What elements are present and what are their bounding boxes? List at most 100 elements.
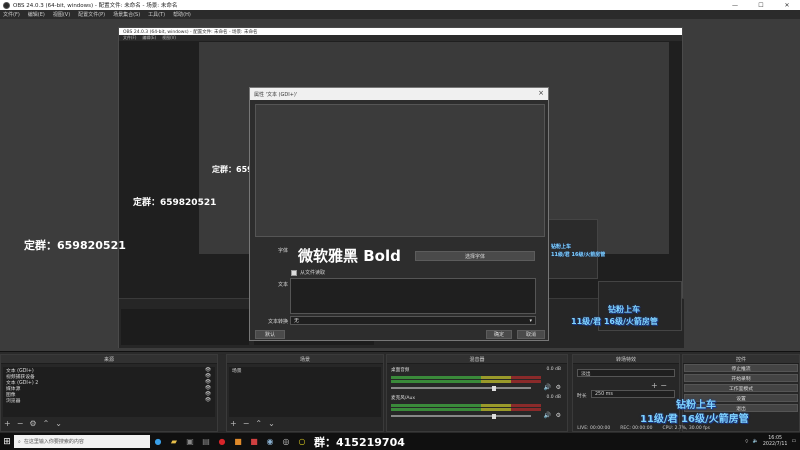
eye-icon[interactable]: 👁 — [205, 380, 211, 385]
search-placeholder: 在这里输入你要搜索的内容 — [23, 439, 84, 445]
preview-area[interactable]: OBS 24.0.3 (64-bit, windows) - 配置文件: 未命名… — [0, 19, 800, 362]
rec-status: REC: 00:00:00 — [620, 426, 653, 431]
volume-meter — [391, 380, 541, 383]
transitions-dock-header: 转场特效 — [573, 355, 679, 364]
text-input[interactable] — [290, 278, 536, 314]
menu-file[interactable]: 文件(F) — [3, 11, 20, 18]
window-controls: — ☐ ✕ — [722, 0, 800, 10]
menu-view[interactable]: 视图(V) — [53, 11, 70, 18]
volume-slider[interactable] — [391, 413, 531, 419]
gear-icon[interactable]: ⚙ — [556, 384, 561, 391]
taskbar: ⊞ ⌕ 在这里输入你要搜索的内容 ● ▰ ▣ ▤ ● ■ ■ ◉ ◎ ○ 群：4… — [0, 433, 800, 450]
menu-scene-collection[interactable]: 场景集合(S) — [113, 11, 140, 18]
obs-logo-icon — [3, 1, 10, 9]
channel-name: 桌面音频 — [391, 368, 410, 373]
menu-bar: 文件(F) 编辑(E) 视图(V) 配置文件(P) 场景集合(S) 工具(T) … — [0, 10, 800, 19]
transform-select[interactable]: 无 ▾ — [290, 316, 536, 325]
scenes-list[interactable]: 文本 (GDI+) 👁 视频捕获设备 👁 文本 (GDI+) 2 👁 媒体源 👁 图像 👁… — [3, 367, 215, 417]
eye-icon[interactable]: 👁 — [205, 398, 211, 403]
duration-input[interactable]: 250 ms — [591, 390, 675, 398]
text-label: 文本 — [278, 282, 289, 288]
close-button[interactable]: ✕ — [774, 0, 800, 10]
windows-start-icon[interactable]: ⊞ — [0, 433, 14, 450]
window-title: OBS 24.0.3 (64-bit, windows) - 配置文件: 未命名… — [13, 3, 178, 9]
mixer-channel-mic: 麦克风/Aux 0.0 dB 🔊 ⚙ — [389, 395, 565, 427]
window-titlebar: OBS 24.0.3 (64-bit, windows) - 配置文件: 未命名… — [0, 0, 800, 10]
nested-menu-edit: 编辑(E) — [142, 35, 157, 40]
duration-label: 时长 — [577, 394, 587, 399]
netease-music-icon[interactable]: ● — [214, 433, 230, 450]
edge-icon[interactable]: ● — [150, 433, 166, 450]
dialog-preview — [255, 104, 545, 237]
speaker-icon[interactable]: 🔊 — [544, 412, 551, 419]
transform-value: 无 — [294, 318, 300, 324]
live-status: LIVE: 00:00:00 — [577, 426, 611, 431]
eye-icon[interactable]: 👁 — [205, 368, 211, 373]
eye-icon[interactable]: 👁 — [205, 392, 211, 397]
folder-icon[interactable]: ▰ — [166, 433, 182, 450]
clock[interactable]: 16:05 2022/7/11 — [763, 436, 788, 448]
dialog-close-icon[interactable]: × — [538, 89, 544, 97]
promo-line1-mid: 钻粉上车 — [608, 305, 640, 314]
bottom-group-number: 群：415219704 — [314, 435, 405, 449]
speaker-icon[interactable]: 🔊 — [544, 384, 551, 391]
menu-help[interactable]: 帮助(H) — [173, 11, 191, 18]
nested-window-title: OBS 24.0.3 (64-bit, windows) - 配置文件: 未命名… — [119, 28, 682, 35]
font-label: 字体 — [278, 248, 289, 254]
dialog-title: 属性 '文本 (GDI+)' — [254, 91, 298, 98]
list-item-label: 浏览器 — [6, 398, 21, 404]
app-icon[interactable]: ○ — [294, 433, 310, 450]
cancel-button[interactable]: 取消 — [517, 330, 545, 339]
notification-icon[interactable]: ▭ — [791, 439, 796, 444]
ok-button[interactable]: 确定 — [486, 330, 512, 339]
eye-icon[interactable]: 👁 — [205, 386, 211, 391]
eye-icon[interactable]: 👁 — [205, 374, 211, 379]
app-icon[interactable]: ■ — [246, 433, 262, 450]
list-item[interactable]: 场景 — [229, 367, 381, 374]
defaults-button[interactable]: 默认 — [255, 330, 285, 339]
slider-knob[interactable] — [491, 413, 496, 419]
stop-streaming-button[interactable]: 停止推流 — [684, 364, 798, 372]
app-icon[interactable]: ▣ — [182, 433, 198, 450]
read-from-file-row[interactable]: 从文件读取 — [291, 269, 325, 276]
maximize-button[interactable]: ☐ — [748, 0, 774, 10]
status-bar: LIVE: 00:00:00 REC: 00:00:00 CPU: 2.7%, … — [0, 424, 800, 433]
search-icon: ⌕ — [18, 438, 21, 445]
volume-meter — [391, 376, 541, 379]
sources-dock: 场景 场景 + − ⌃ ⌄ — [226, 354, 384, 432]
cpu-status: CPU: 2.7%, 30.00 fps — [662, 426, 711, 431]
mixer-dock-header: 混音器 — [387, 355, 567, 364]
promo-line2-small: 11级/君 16级/火箭房管 — [551, 252, 606, 258]
nested-menu-view: 视图(V) — [162, 35, 176, 40]
nested-menu-file: 文件(F) — [123, 35, 137, 40]
studio-mode-button[interactable]: 工作室模式 — [684, 384, 798, 392]
taskbar-search[interactable]: ⌕ 在这里输入你要搜索的内容 — [14, 435, 150, 448]
transition-select[interactable]: 淡出 — [577, 369, 675, 377]
steam-icon[interactable]: ◉ — [262, 433, 278, 450]
slider-knob[interactable] — [491, 385, 496, 391]
app-icon[interactable]: ■ — [230, 433, 246, 450]
group-number-medium: 定群：659820521 — [133, 198, 217, 208]
read-from-file-checkbox[interactable] — [291, 269, 297, 276]
transition-add-icon[interactable]: + − — [651, 381, 667, 390]
sources-list[interactable]: 场景 — [229, 367, 381, 417]
volume-meter — [391, 408, 541, 411]
app-icon[interactable]: ▤ — [198, 433, 214, 450]
minimize-button[interactable]: — — [722, 0, 748, 10]
menu-edit[interactable]: 编辑(E) — [28, 11, 45, 18]
controls-dock-header: 控件 — [683, 355, 799, 364]
start-recording-button[interactable]: 开始录制 — [684, 374, 798, 382]
scenes-dock: 来源 文本 (GDI+) 👁 视频捕获设备 👁 文本 (GDI+) 2 👁 媒体源 👁 … — [0, 354, 218, 432]
duration-value: 250 ms — [595, 391, 613, 397]
menu-profile[interactable]: 配置文件(P) — [78, 11, 105, 18]
system-tray: ⌔ 🔈 16:05 2022/7/11 ▭ — [744, 433, 796, 450]
list-item[interactable]: 浏览器 👁 — [3, 397, 215, 404]
volume-slider[interactable] — [391, 385, 531, 391]
gear-icon[interactable]: ⚙ — [556, 412, 561, 419]
nested-scenes-list — [121, 309, 249, 345]
menu-tools[interactable]: 工具(T) — [148, 11, 165, 18]
network-icon[interactable]: ⌔ — [744, 439, 749, 445]
volume-icon[interactable]: 🔈 — [753, 439, 759, 444]
obs-taskbar-icon[interactable]: ◎ — [278, 433, 294, 450]
select-font-button[interactable]: 选择字体 — [415, 251, 535, 261]
